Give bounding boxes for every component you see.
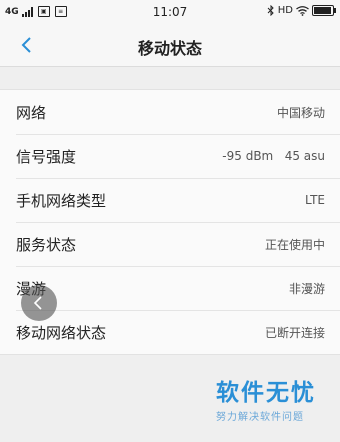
status-right: HD [267, 5, 336, 16]
floating-back-icon [33, 296, 42, 310]
row-label: 移动网络状态 [16, 323, 107, 342]
row-signal-strength: 信号强度 -95 dBm 45 asu [0, 134, 340, 178]
hd-label: HD [277, 5, 293, 16]
wifi-icon [296, 5, 309, 16]
page-title: 移动状态 [137, 39, 202, 58]
row-value: 已断开连接 [264, 325, 325, 340]
row-label: 服务状态 [16, 235, 77, 254]
battery-level [314, 7, 331, 14]
status-bar: 4G ▣ ≡ 11:07 HD [0, 0, 340, 26]
row-label: 网络 [16, 103, 47, 122]
row-network-type: 手机网络类型 LTE [0, 178, 340, 222]
watermark-subtitle: 努力解决软件问题 [216, 412, 304, 423]
back-arrow-icon [21, 37, 31, 53]
navigation-bar: 移动状态 [0, 26, 340, 67]
back-button[interactable] [14, 32, 42, 60]
row-value: 正在使用中 [264, 237, 325, 252]
floating-back-button[interactable] [21, 285, 57, 321]
row-network: 网络 中国移动 [0, 90, 340, 134]
row-label: 手机网络类型 [16, 191, 107, 210]
row-service-state: 服务状态 正在使用中 [0, 222, 340, 266]
row-value: -95 dBm 45 asu [222, 149, 325, 163]
watermark-title: 软件无忧 [216, 380, 316, 406]
row-mobile-network-state: 移动网络状态 已断开连接 [0, 310, 340, 354]
battery-icon [312, 5, 336, 16]
row-label: 信号强度 [16, 147, 77, 166]
row-value: 中国移动 [276, 105, 325, 120]
watermark: 软件无忧 努力解决软件问题 [216, 380, 326, 423]
bluetooth-icon [267, 5, 274, 16]
row-value: 非漫游 [288, 281, 325, 296]
row-value: LTE [305, 193, 325, 207]
